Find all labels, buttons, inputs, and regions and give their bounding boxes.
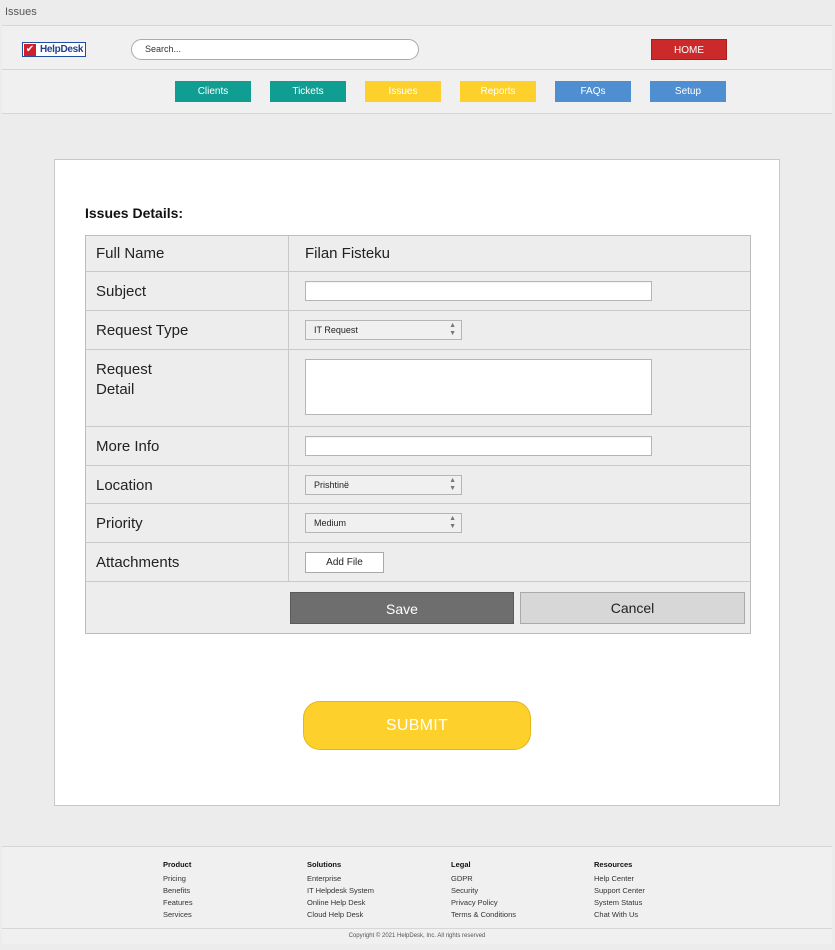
select-arrows-icon: ▲ ▼ (449, 322, 456, 337)
footer-column-product: Product Pricing Benefits Features Servic… (163, 859, 193, 921)
row-full-name: Full Name Filan Fisteku (86, 236, 750, 272)
footer-link[interactable]: Help Center (594, 873, 645, 885)
nav-bar: Clients Tickets Issues Reports FAQs Setu… (2, 70, 832, 114)
footer-heading: Resources (594, 860, 633, 869)
subject-label: Subject (86, 272, 289, 310)
home-button[interactable]: HOME (651, 39, 727, 60)
row-request-detail: Request Detail (86, 350, 750, 427)
copyright: Copyright © 2021 HelpDesk, Inc. All righ… (2, 928, 832, 944)
cancel-button[interactable]: Cancel (520, 592, 745, 624)
row-request-type: Request Type IT Request ▲ ▼ (86, 311, 750, 350)
row-attachments: Attachments Add File (86, 543, 750, 582)
helpdesk-logo[interactable]: ✔ HelpDesk (22, 42, 86, 57)
nav-faqs-button[interactable]: FAQs (555, 81, 631, 102)
location-value: Prishtinë (314, 479, 350, 490)
location-select[interactable]: Prishtinë ▲ ▼ (305, 474, 462, 495)
request-type-select[interactable]: IT Request ▲ ▼ (305, 320, 462, 340)
logo-text: HelpDesk (40, 44, 84, 55)
checkbox-logo-icon: ✔ (24, 43, 36, 56)
location-label: Location (86, 466, 289, 503)
full-name-label: Full Name (86, 236, 289, 271)
submit-button[interactable]: SUBMIT (303, 701, 531, 750)
nav-issues-button[interactable]: Issues (365, 81, 441, 102)
footer-column-legal: Legal GDPR Security Privacy Policy Terms… (451, 859, 516, 921)
more-info-input[interactable] (305, 436, 652, 456)
footer-link[interactable]: Chat With Us (594, 909, 645, 921)
footer-link[interactable]: Features (163, 897, 193, 909)
priority-label: Priority (86, 504, 289, 542)
request-detail-textarea[interactable] (305, 359, 652, 415)
footer-link[interactable]: IT Helpdesk System (307, 885, 374, 897)
row-subject: Subject (86, 272, 750, 311)
footer-column-resources: Resources Help Center Support Center Sys… (594, 859, 645, 921)
priority-value: Medium (314, 518, 347, 528)
footer-heading: Product (163, 860, 192, 869)
footer-link[interactable]: Enterprise (307, 873, 374, 885)
footer-link[interactable]: Terms & Conditions (451, 909, 516, 921)
priority-select[interactable]: Medium ▲ ▼ (305, 513, 462, 533)
footer-heading: Solutions (307, 860, 342, 869)
footer-link[interactable]: Privacy Policy (451, 897, 516, 909)
row-more-info: More Info (86, 427, 750, 466)
window-title: Issues (5, 6, 37, 18)
row-location: Location Prishtinë ▲ ▼ (86, 466, 750, 504)
footer-link[interactable]: Support Center (594, 885, 645, 897)
footer-link[interactable]: Benefits (163, 885, 193, 897)
form-title: Issues Details: (85, 205, 184, 221)
footer-link[interactable]: Services (163, 909, 193, 921)
subject-input[interactable] (305, 281, 652, 301)
nav-clients-button[interactable]: Clients (175, 81, 251, 102)
footer-link[interactable]: Security (451, 885, 516, 897)
footer-link[interactable]: Online Help Desk (307, 897, 374, 909)
select-arrows-icon: ▲ ▼ (449, 476, 456, 492)
footer-column-solutions: Solutions Enterprise IT Helpdesk System … (307, 859, 374, 921)
footer: Product Pricing Benefits Features Servic… (2, 846, 832, 928)
footer-link[interactable]: GDPR (451, 873, 516, 885)
footer-link[interactable]: System Status (594, 897, 645, 909)
footer-link[interactable]: Cloud Help Desk (307, 909, 374, 921)
search-input[interactable]: Search... (131, 39, 419, 60)
add-file-button[interactable]: Add File (305, 551, 384, 573)
nav-reports-button[interactable]: Reports (460, 81, 536, 102)
full-name-value: Filan Fisteku (305, 245, 391, 262)
more-info-label: More Info (86, 427, 289, 465)
issue-form-card: Issues Details: Full Name Filan Fisteku … (54, 159, 780, 806)
header-bar: ✔ HelpDesk Search... HOME (2, 25, 832, 70)
row-priority: Priority Medium ▲ ▼ (86, 504, 750, 543)
issue-form-table: Full Name Filan Fisteku Subject Request … (85, 235, 751, 634)
nav-tickets-button[interactable]: Tickets (270, 81, 346, 102)
row-actions: Save Cancel (86, 582, 750, 633)
request-type-label: Request Type (86, 311, 289, 349)
save-button[interactable]: Save (290, 592, 514, 624)
select-arrows-icon: ▲ ▼ (449, 515, 456, 530)
request-detail-label-text: Request Detail (96, 361, 152, 398)
footer-heading: Legal (451, 860, 471, 869)
footer-link[interactable]: Pricing (163, 873, 193, 885)
attachments-label: Attachments (86, 543, 289, 581)
request-type-value: IT Request (314, 325, 358, 335)
request-detail-label: Request Detail (86, 350, 289, 426)
nav-setup-button[interactable]: Setup (650, 81, 726, 102)
